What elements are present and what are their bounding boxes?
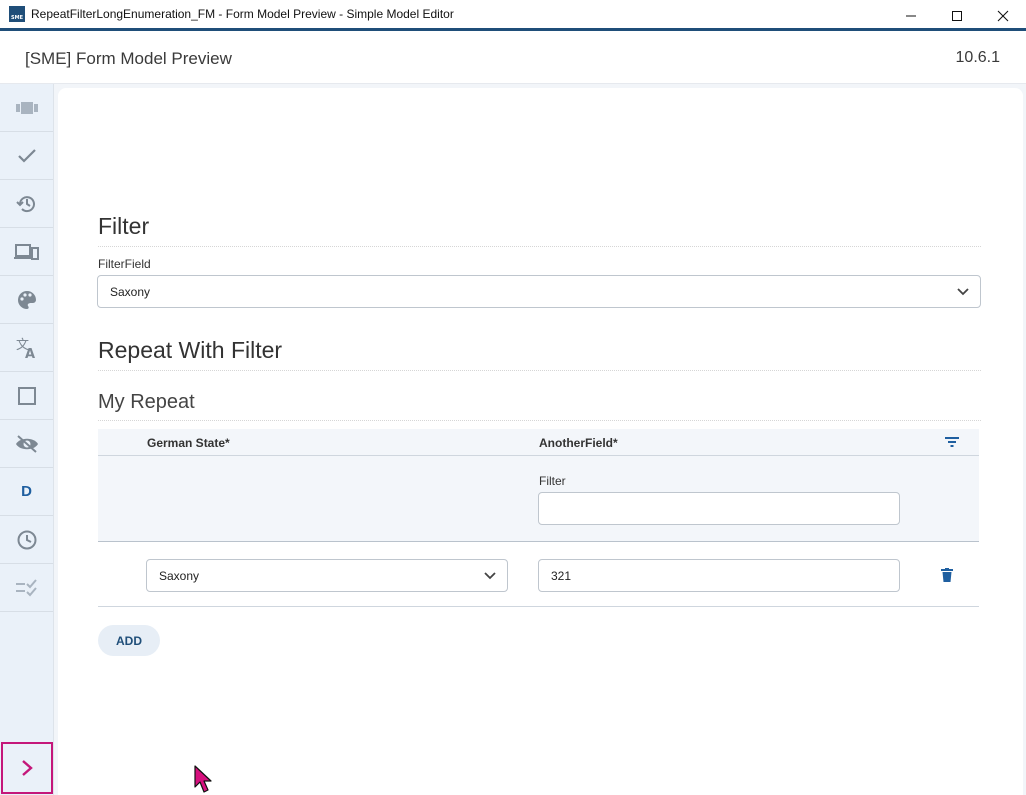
chevron-right-icon (22, 760, 33, 776)
delete-icon[interactable] (941, 568, 953, 583)
chevron-down-icon (484, 572, 496, 580)
section-divider (98, 370, 981, 371)
filter-field-label: FilterField (98, 257, 151, 271)
minimize-button[interactable] (888, 0, 934, 31)
sidebar-item-hidden[interactable] (0, 420, 53, 468)
window-title-bar: SME RepeatFilterLongEnumeration_FM - For… (0, 0, 1026, 31)
minimize-icon (906, 15, 916, 16)
chevron-down-icon (957, 288, 969, 296)
german-state-select[interactable]: Saxony (146, 559, 508, 592)
app-version: 10.6.1 (955, 49, 1000, 66)
close-icon (997, 10, 1009, 21)
sidebar-expand-button[interactable] (1, 742, 53, 794)
visibility-off-icon (15, 434, 38, 453)
window-title: RepeatFilterLongEnumeration_FM - Form Mo… (31, 7, 454, 21)
sidebar-item-history[interactable] (0, 180, 53, 228)
repeat-title: My Repeat (98, 391, 195, 413)
panels-icon (15, 101, 38, 114)
table-row: Saxony 321 (98, 543, 979, 607)
sidebar-item-d[interactable]: D (0, 468, 53, 516)
section-divider (98, 246, 981, 247)
sidebar-item-checklist[interactable] (0, 564, 53, 612)
history-icon (15, 195, 35, 212)
close-button[interactable] (980, 0, 1026, 31)
column-header-another-field: AnotherField* (539, 436, 618, 450)
translate-icon: 文 A (16, 338, 35, 359)
another-field-input[interactable]: 321 (538, 559, 900, 592)
sidebar-item-clock[interactable] (0, 516, 53, 564)
form-preview-panel: Filter FilterField Saxony Repeat With Fi… (58, 88, 1023, 795)
german-state-value: Saxony (159, 568, 200, 583)
app-header: [SME] Form Model Preview 10.6.1 (0, 34, 1026, 84)
repeat-header-row: German State* AnotherField* (98, 429, 979, 456)
filter-field-select[interactable]: Saxony (97, 275, 981, 308)
sidebar-item-theme[interactable] (0, 276, 53, 324)
repeat-filter-label: Filter (539, 474, 566, 488)
column-header-german-state: German State* (147, 436, 230, 450)
square-icon (17, 386, 36, 405)
app-icon: SME (9, 6, 25, 22)
checklist-icon (15, 578, 37, 596)
devices-icon (13, 243, 39, 260)
sidebar-item-validate[interactable] (0, 132, 53, 180)
add-button[interactable]: ADD (98, 625, 160, 656)
section-title-repeat-with-filter: Repeat With Filter (98, 337, 283, 363)
sidebar-item-frame[interactable] (0, 372, 53, 420)
check-icon (17, 148, 36, 163)
app-title: [SME] Form Model Preview (25, 49, 232, 68)
section-title-filter: Filter (98, 213, 150, 239)
palette-icon (17, 290, 36, 309)
filter-icon[interactable] (944, 436, 960, 448)
mouse-cursor-icon (194, 765, 212, 793)
sidebar: 文 A D (0, 84, 54, 795)
svg-text:A: A (25, 347, 35, 359)
maximize-button[interactable] (934, 0, 980, 31)
repeat-filter-row: Filter (98, 456, 979, 542)
window-controls (888, 0, 1026, 31)
sidebar-item-panels[interactable] (0, 84, 53, 132)
sidebar-item-devices[interactable] (0, 228, 53, 276)
d-icon: D (21, 483, 32, 500)
repeat-filter-input[interactable] (538, 492, 900, 525)
sidebar-item-translate[interactable]: 文 A (0, 324, 53, 372)
maximize-icon (952, 10, 962, 21)
clock-icon (17, 530, 36, 549)
filter-field-value: Saxony (110, 284, 151, 299)
section-divider (98, 420, 981, 421)
